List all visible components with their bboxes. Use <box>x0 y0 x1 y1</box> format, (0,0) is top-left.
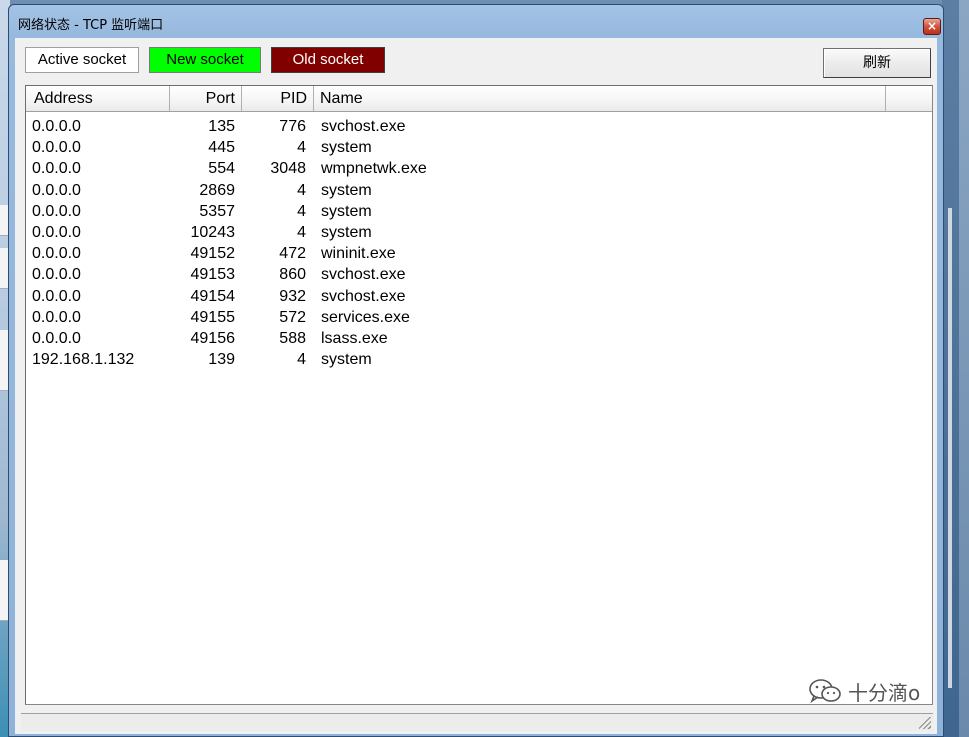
column-header-pid[interactable]: PID <box>242 86 314 111</box>
cell-name: wininit.exe <box>321 245 396 263</box>
cell-address: 0.0.0.0 <box>32 287 81 305</box>
cell-port: 2869 <box>199 181 235 199</box>
cell-pid: 4 <box>297 223 306 241</box>
table-row[interactable]: 0.0.0.0 49155 572 services.exe <box>26 307 932 328</box>
socket-list-view[interactable]: Address Port PID Name 0.0.0.0 135 776 sv… <box>25 85 933 705</box>
cell-pid: 588 <box>279 329 306 347</box>
table-row[interactable]: 0.0.0.0 5357 4 system <box>26 201 932 222</box>
cell-address: 192.168.1.132 <box>32 351 135 369</box>
client-area: Active socket New socket Old socket 刷新 A… <box>15 38 937 734</box>
cell-name: system <box>321 181 372 199</box>
old-socket-legend: Old socket <box>271 47 385 73</box>
cell-port: 139 <box>208 351 235 369</box>
cell-pid: 4 <box>297 351 306 369</box>
cell-address: 0.0.0.0 <box>32 181 81 199</box>
wechat-icon <box>809 679 841 704</box>
window-title: 网络状态 - TCP 监听端口 <box>18 18 164 33</box>
cell-name: lsass.exe <box>321 329 388 347</box>
title-bar[interactable]: 网络状态 - TCP 监听端口 × <box>9 5 943 37</box>
cell-name: svchost.exe <box>321 118 406 135</box>
active-socket-legend: Active socket <box>25 47 139 73</box>
table-row[interactable]: 0.0.0.0 554 3048 wmpnetwk.exe <box>26 158 932 179</box>
column-header-filler <box>886 86 932 111</box>
cell-name: svchost.exe <box>321 266 406 284</box>
cell-address: 0.0.0.0 <box>32 160 81 178</box>
cell-port: 5357 <box>199 202 235 220</box>
list-header: Address Port PID Name <box>26 86 932 112</box>
cell-name: system <box>321 202 372 220</box>
cell-address: 0.0.0.0 <box>32 139 81 157</box>
cell-pid: 4 <box>297 181 306 199</box>
cell-pid: 3048 <box>270 160 306 178</box>
cell-address: 0.0.0.0 <box>32 329 81 347</box>
cell-name: system <box>321 223 372 241</box>
cell-port: 445 <box>208 139 235 157</box>
cell-name: system <box>321 351 372 369</box>
cell-pid: 776 <box>279 118 306 135</box>
cell-pid: 932 <box>279 287 306 305</box>
cell-port: 49152 <box>190 245 236 263</box>
cell-pid: 4 <box>297 202 306 220</box>
cell-port: 49155 <box>190 308 236 326</box>
cell-name: svchost.exe <box>321 287 406 305</box>
refresh-button[interactable]: 刷新 <box>823 48 931 78</box>
desktop-background-edge <box>959 0 969 737</box>
cell-port: 554 <box>208 160 235 178</box>
close-button[interactable]: × <box>923 18 941 35</box>
column-header-name[interactable]: Name <box>314 86 886 111</box>
cell-name: services.exe <box>321 308 410 326</box>
cell-pid: 472 <box>279 245 306 263</box>
cell-address: 0.0.0.0 <box>32 308 81 326</box>
cell-address: 0.0.0.0 <box>32 266 81 284</box>
cell-address: 0.0.0.0 <box>32 245 81 263</box>
watermark-text: 十分滴o <box>848 680 921 705</box>
table-row[interactable]: 0.0.0.0 135 776 svchost.exe <box>26 116 932 137</box>
cell-name: system <box>321 139 372 157</box>
cell-port: 49154 <box>190 287 236 305</box>
column-header-port[interactable]: Port <box>170 86 242 111</box>
cell-port: 49153 <box>190 266 236 284</box>
new-socket-legend: New socket <box>149 47 261 73</box>
cell-address: 0.0.0.0 <box>32 118 81 135</box>
cell-port: 135 <box>208 118 235 135</box>
table-row[interactable]: 0.0.0.0 10243 4 system <box>26 222 932 243</box>
cell-address: 0.0.0.0 <box>32 223 81 241</box>
watermark: 十分滴o <box>808 677 920 705</box>
background-scrollbar-fragment <box>948 208 952 688</box>
table-row[interactable]: 0.0.0.0 49153 860 svchost.exe <box>26 264 932 285</box>
cell-address: 0.0.0.0 <box>32 202 81 220</box>
resize-grip-icon[interactable] <box>919 717 931 729</box>
table-row[interactable]: 0.0.0.0 49152 472 wininit.exe <box>26 243 932 264</box>
close-icon: × <box>926 19 938 33</box>
cell-pid: 860 <box>279 266 306 284</box>
cell-port: 10243 <box>190 223 236 241</box>
cell-port: 49156 <box>190 329 236 347</box>
tcp-listen-window: 网络状态 - TCP 监听端口 × Active socket New sock… <box>8 4 944 737</box>
column-header-address[interactable]: Address <box>26 86 170 111</box>
table-row[interactable]: 0.0.0.0 2869 4 system <box>26 180 932 201</box>
cell-pid: 4 <box>297 139 306 157</box>
table-row[interactable]: 0.0.0.0 445 4 system <box>26 137 932 158</box>
table-row[interactable]: 192.168.1.132 139 4 system <box>26 349 932 370</box>
cell-pid: 572 <box>279 308 306 326</box>
table-row[interactable]: 0.0.0.0 49156 588 lsass.exe <box>26 328 932 349</box>
cell-name: wmpnetwk.exe <box>321 160 427 178</box>
list-rows: 0.0.0.0 135 776 svchost.exe 0.0.0.0 445 … <box>26 116 932 370</box>
status-bar <box>21 713 933 731</box>
table-row[interactable]: 0.0.0.0 49154 932 svchost.exe <box>26 286 932 307</box>
